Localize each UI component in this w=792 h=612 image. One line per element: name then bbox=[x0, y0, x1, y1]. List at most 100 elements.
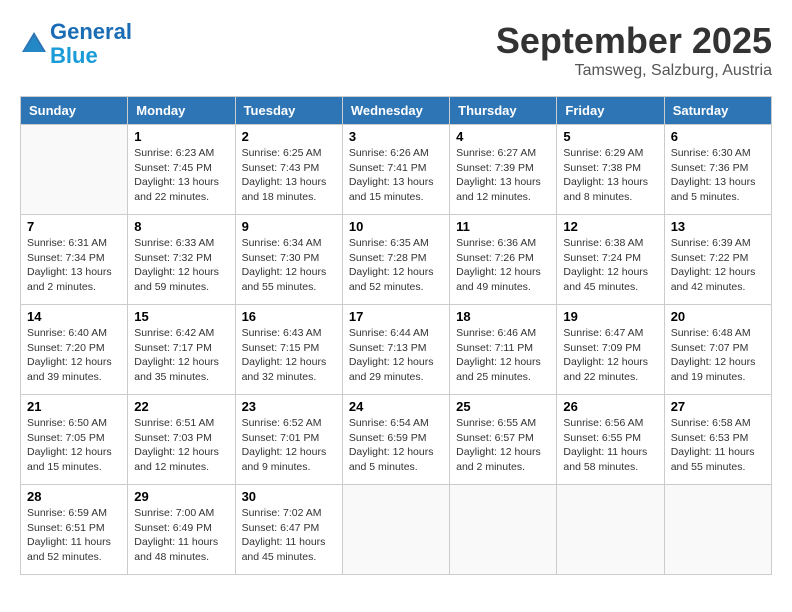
calendar-cell: 29 Sunrise: 7:00 AM Sunset: 6:49 PM Dayli… bbox=[128, 485, 235, 575]
logo-text: GeneralBlue bbox=[50, 20, 132, 68]
calendar-week-row: 14Sunrise: 6:40 AM Sunset: 7:20 PM Dayli… bbox=[21, 305, 772, 395]
calendar-week-row: 28 Sunrise: 6:59 AM Sunset: 6:51 PM Dayli… bbox=[21, 485, 772, 575]
weekday-header-cell: Friday bbox=[557, 97, 664, 125]
calendar-week-row: 7 Sunrise: 6:31 AM Sunset: 7:34 PM Daylig… bbox=[21, 215, 772, 305]
day-number: 12 bbox=[563, 219, 657, 234]
calendar-cell: 9 Sunrise: 6:34 AM Sunset: 7:30 PM Daylig… bbox=[235, 215, 342, 305]
logo-icon bbox=[20, 30, 48, 58]
day-number: 13 bbox=[671, 219, 765, 234]
day-info: Sunrise: 6:25 AM Sunset: 7:43 PM Dayligh… bbox=[242, 146, 336, 205]
day-number: 1 bbox=[134, 129, 228, 144]
day-number: 27 bbox=[671, 399, 765, 414]
day-info: Sunrise: 6:40 AM Sunset: 7:20 PM Dayligh… bbox=[27, 326, 121, 385]
day-info: Sunrise: 6:54 AM Sunset: 6:59 PM Dayligh… bbox=[349, 416, 443, 475]
calendar-cell: 18Sunrise: 6:46 AM Sunset: 7:11 PM Dayli… bbox=[450, 305, 557, 395]
location-title: Tamsweg, Salzburg, Austria bbox=[496, 62, 772, 80]
calendar-cell bbox=[21, 125, 128, 215]
day-info: Sunrise: 6:47 AM Sunset: 7:09 PM Dayligh… bbox=[563, 326, 657, 385]
day-info: Sunrise: 6:43 AM Sunset: 7:15 PM Dayligh… bbox=[242, 326, 336, 385]
day-info: Sunrise: 6:31 AM Sunset: 7:34 PM Dayligh… bbox=[27, 236, 121, 295]
calendar-cell: 19 Sunrise: 6:47 AM Sunset: 7:09 PM Dayli… bbox=[557, 305, 664, 395]
day-number: 25 bbox=[456, 399, 550, 414]
weekday-header-cell: Tuesday bbox=[235, 97, 342, 125]
calendar-cell: 3 Sunrise: 6:26 AM Sunset: 7:41 PM Daylig… bbox=[342, 125, 449, 215]
day-number: 24 bbox=[349, 399, 443, 414]
day-info: Sunrise: 6:35 AM Sunset: 7:28 PM Dayligh… bbox=[349, 236, 443, 295]
day-number: 2 bbox=[242, 129, 336, 144]
day-info: Sunrise: 6:39 AM Sunset: 7:22 PM Dayligh… bbox=[671, 236, 765, 295]
day-number: 15 bbox=[134, 309, 228, 324]
calendar-cell bbox=[557, 485, 664, 575]
day-info: Sunrise: 6:48 AM Sunset: 7:07 PM Dayligh… bbox=[671, 326, 765, 385]
calendar-cell: 4 Sunrise: 6:27 AM Sunset: 7:39 PM Daylig… bbox=[450, 125, 557, 215]
day-number: 19 bbox=[563, 309, 657, 324]
calendar-cell: 12 Sunrise: 6:38 AM Sunset: 7:24 PM Dayli… bbox=[557, 215, 664, 305]
calendar-week-row: 21 Sunrise: 6:50 AM Sunset: 7:05 PM Dayli… bbox=[21, 395, 772, 485]
weekday-header-cell: Thursday bbox=[450, 97, 557, 125]
calendar-cell: 21 Sunrise: 6:50 AM Sunset: 7:05 PM Dayli… bbox=[21, 395, 128, 485]
calendar-cell: 17Sunrise: 6:44 AM Sunset: 7:13 PM Dayli… bbox=[342, 305, 449, 395]
day-info: Sunrise: 6:51 AM Sunset: 7:03 PM Dayligh… bbox=[134, 416, 228, 475]
day-info: Sunrise: 7:02 AM Sunset: 6:47 PM Dayligh… bbox=[242, 506, 336, 565]
calendar-cell: 13 Sunrise: 6:39 AM Sunset: 7:22 PM Dayli… bbox=[664, 215, 771, 305]
day-number: 21 bbox=[27, 399, 121, 414]
day-number: 29 bbox=[134, 489, 228, 504]
day-number: 5 bbox=[563, 129, 657, 144]
calendar-cell: 26 Sunrise: 6:56 AM Sunset: 6:55 PM Dayli… bbox=[557, 395, 664, 485]
weekday-header-cell: Wednesday bbox=[342, 97, 449, 125]
day-number: 6 bbox=[671, 129, 765, 144]
day-number: 8 bbox=[134, 219, 228, 234]
page-header: GeneralBlue September 2025 Tamsweg, Salz… bbox=[20, 20, 772, 80]
day-number: 30 bbox=[242, 489, 336, 504]
calendar-cell: 10Sunrise: 6:35 AM Sunset: 7:28 PM Dayli… bbox=[342, 215, 449, 305]
calendar-cell: 22 Sunrise: 6:51 AM Sunset: 7:03 PM Dayli… bbox=[128, 395, 235, 485]
day-info: Sunrise: 6:50 AM Sunset: 7:05 PM Dayligh… bbox=[27, 416, 121, 475]
day-info: Sunrise: 6:27 AM Sunset: 7:39 PM Dayligh… bbox=[456, 146, 550, 205]
day-info: Sunrise: 6:44 AM Sunset: 7:13 PM Dayligh… bbox=[349, 326, 443, 385]
calendar-cell bbox=[342, 485, 449, 575]
logo: GeneralBlue bbox=[20, 20, 132, 68]
day-info: Sunrise: 6:29 AM Sunset: 7:38 PM Dayligh… bbox=[563, 146, 657, 205]
calendar-cell: 23Sunrise: 6:52 AM Sunset: 7:01 PM Dayli… bbox=[235, 395, 342, 485]
day-number: 11 bbox=[456, 219, 550, 234]
day-info: Sunrise: 7:00 AM Sunset: 6:49 PM Dayligh… bbox=[134, 506, 228, 565]
calendar-cell: 16Sunrise: 6:43 AM Sunset: 7:15 PM Dayli… bbox=[235, 305, 342, 395]
day-info: Sunrise: 6:55 AM Sunset: 6:57 PM Dayligh… bbox=[456, 416, 550, 475]
calendar-cell: 15 Sunrise: 6:42 AM Sunset: 7:17 PM Dayli… bbox=[128, 305, 235, 395]
day-info: Sunrise: 6:56 AM Sunset: 6:55 PM Dayligh… bbox=[563, 416, 657, 475]
calendar-cell: 24 Sunrise: 6:54 AM Sunset: 6:59 PM Dayli… bbox=[342, 395, 449, 485]
weekday-header-cell: Monday bbox=[128, 97, 235, 125]
calendar-cell: 6Sunrise: 6:30 AM Sunset: 7:36 PM Daylig… bbox=[664, 125, 771, 215]
day-info: Sunrise: 6:23 AM Sunset: 7:45 PM Dayligh… bbox=[134, 146, 228, 205]
calendar-table: SundayMondayTuesdayWednesdayThursdayFrid… bbox=[20, 96, 772, 575]
calendar-body: 1 Sunrise: 6:23 AM Sunset: 7:45 PM Daylig… bbox=[21, 125, 772, 575]
weekday-header-cell: Saturday bbox=[664, 97, 771, 125]
calendar-cell: 25 Sunrise: 6:55 AM Sunset: 6:57 PM Dayli… bbox=[450, 395, 557, 485]
day-number: 9 bbox=[242, 219, 336, 234]
day-number: 7 bbox=[27, 219, 121, 234]
calendar-week-row: 1 Sunrise: 6:23 AM Sunset: 7:45 PM Daylig… bbox=[21, 125, 772, 215]
day-number: 3 bbox=[349, 129, 443, 144]
day-number: 26 bbox=[563, 399, 657, 414]
calendar-cell: 11Sunrise: 6:36 AM Sunset: 7:26 PM Dayli… bbox=[450, 215, 557, 305]
calendar-cell: 30 Sunrise: 7:02 AM Sunset: 6:47 PM Dayli… bbox=[235, 485, 342, 575]
calendar-cell: 5 Sunrise: 6:29 AM Sunset: 7:38 PM Daylig… bbox=[557, 125, 664, 215]
day-info: Sunrise: 6:33 AM Sunset: 7:32 PM Dayligh… bbox=[134, 236, 228, 295]
calendar-cell: 1 Sunrise: 6:23 AM Sunset: 7:45 PM Daylig… bbox=[128, 125, 235, 215]
day-number: 4 bbox=[456, 129, 550, 144]
day-info: Sunrise: 6:42 AM Sunset: 7:17 PM Dayligh… bbox=[134, 326, 228, 385]
calendar-cell: 28 Sunrise: 6:59 AM Sunset: 6:51 PM Dayli… bbox=[21, 485, 128, 575]
day-info: Sunrise: 6:38 AM Sunset: 7:24 PM Dayligh… bbox=[563, 236, 657, 295]
calendar-cell: 2 Sunrise: 6:25 AM Sunset: 7:43 PM Daylig… bbox=[235, 125, 342, 215]
day-info: Sunrise: 6:46 AM Sunset: 7:11 PM Dayligh… bbox=[456, 326, 550, 385]
day-number: 28 bbox=[27, 489, 121, 504]
calendar-cell bbox=[664, 485, 771, 575]
day-number: 23 bbox=[242, 399, 336, 414]
day-number: 22 bbox=[134, 399, 228, 414]
day-info: Sunrise: 6:58 AM Sunset: 6:53 PM Dayligh… bbox=[671, 416, 765, 475]
day-info: Sunrise: 6:34 AM Sunset: 7:30 PM Dayligh… bbox=[242, 236, 336, 295]
day-info: Sunrise: 6:26 AM Sunset: 7:41 PM Dayligh… bbox=[349, 146, 443, 205]
weekday-header-cell: Sunday bbox=[21, 97, 128, 125]
day-info: Sunrise: 6:59 AM Sunset: 6:51 PM Dayligh… bbox=[27, 506, 121, 565]
day-number: 20 bbox=[671, 309, 765, 324]
